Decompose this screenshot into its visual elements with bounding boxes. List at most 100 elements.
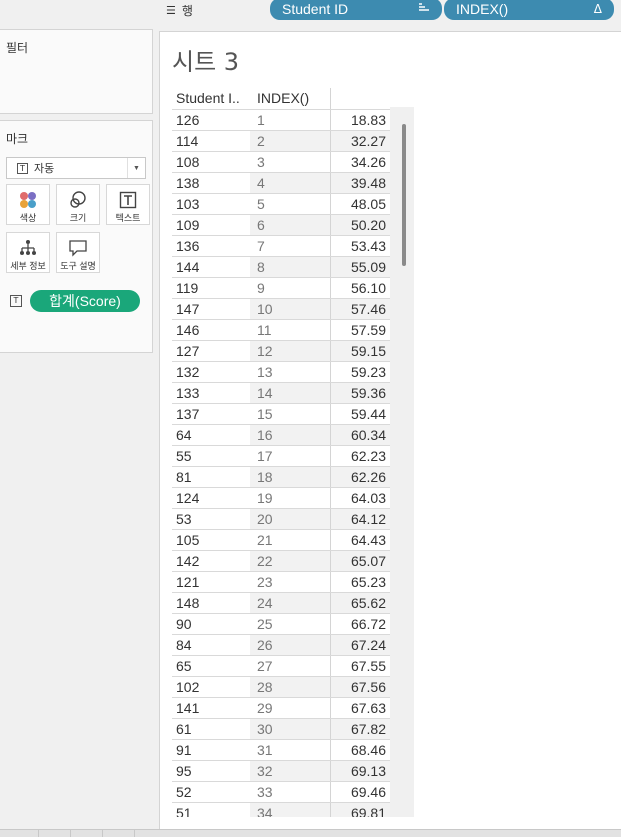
cell-index[interactable]: 32: [250, 761, 330, 781]
table-row[interactable]: 95 32 69.13: [172, 760, 390, 781]
cell-index[interactable]: 34: [250, 803, 330, 817]
table-row[interactable]: 132 13 59.23: [172, 361, 390, 382]
table-row[interactable]: 138 4 39.48: [172, 172, 390, 193]
cell-score[interactable]: 69.46: [330, 782, 390, 802]
cell-student-id[interactable]: 61: [172, 719, 250, 739]
cell-student-id[interactable]: 144: [172, 257, 250, 277]
cell-student-id[interactable]: 142: [172, 551, 250, 571]
cell-student-id[interactable]: 108: [172, 152, 250, 172]
table-row[interactable]: 136 7 53.43: [172, 235, 390, 256]
cell-score[interactable]: 59.15: [330, 341, 390, 361]
table-row[interactable]: 147 10 57.46: [172, 298, 390, 319]
cell-index[interactable]: 13: [250, 362, 330, 382]
table-row[interactable]: 105 21 64.43: [172, 529, 390, 550]
cell-score[interactable]: 18.83: [330, 110, 390, 130]
size-button[interactable]: 크기: [56, 184, 100, 225]
table-row[interactable]: 81 18 62.26: [172, 466, 390, 487]
cell-score[interactable]: 67.55: [330, 656, 390, 676]
cell-student-id[interactable]: 121: [172, 572, 250, 592]
cell-index[interactable]: 8: [250, 257, 330, 277]
header-student-id[interactable]: Student I..: [176, 90, 240, 106]
student-id-pill[interactable]: Student ID: [270, 0, 442, 20]
cell-index[interactable]: 29: [250, 698, 330, 718]
cell-score[interactable]: 69.13: [330, 761, 390, 781]
cell-index[interactable]: 5: [250, 194, 330, 214]
cell-score[interactable]: 60.34: [330, 425, 390, 445]
cell-student-id[interactable]: 109: [172, 215, 250, 235]
table-row[interactable]: 84 26 67.24: [172, 634, 390, 655]
cell-index[interactable]: 30: [250, 719, 330, 739]
cell-score[interactable]: 66.72: [330, 614, 390, 634]
table-row[interactable]: 52 33 69.46: [172, 781, 390, 802]
cell-student-id[interactable]: 114: [172, 131, 250, 151]
table-row[interactable]: 144 8 55.09: [172, 256, 390, 277]
cell-score[interactable]: 59.23: [330, 362, 390, 382]
cell-index[interactable]: 23: [250, 572, 330, 592]
cell-index[interactable]: 14: [250, 383, 330, 403]
cell-index[interactable]: 9: [250, 278, 330, 298]
table-row[interactable]: 142 22 65.07: [172, 550, 390, 571]
cell-score[interactable]: 53.43: [330, 236, 390, 256]
table-row[interactable]: 146 11 57.59: [172, 319, 390, 340]
cell-score[interactable]: 62.23: [330, 446, 390, 466]
cell-index[interactable]: 11: [250, 320, 330, 340]
cell-score[interactable]: 56.10: [330, 278, 390, 298]
scrollbar-thumb[interactable]: [402, 124, 406, 266]
table-row[interactable]: 65 27 67.55: [172, 655, 390, 676]
cell-index[interactable]: 21: [250, 530, 330, 550]
table-row[interactable]: 102 28 67.56: [172, 676, 390, 697]
cell-index[interactable]: 26: [250, 635, 330, 655]
cell-index[interactable]: 19: [250, 488, 330, 508]
cell-index[interactable]: 17: [250, 446, 330, 466]
cell-student-id[interactable]: 102: [172, 677, 250, 697]
cell-index[interactable]: 2: [250, 131, 330, 151]
cell-index[interactable]: 15: [250, 404, 330, 424]
cell-student-id[interactable]: 55: [172, 446, 250, 466]
table-row[interactable]: 141 29 67.63: [172, 697, 390, 718]
cell-index[interactable]: 22: [250, 551, 330, 571]
cell-student-id[interactable]: 51: [172, 803, 250, 817]
table-row[interactable]: 90 25 66.72: [172, 613, 390, 634]
table-row[interactable]: 119 9 56.10: [172, 277, 390, 298]
cell-student-id[interactable]: 141: [172, 698, 250, 718]
table-row[interactable]: 108 3 34.26: [172, 151, 390, 172]
cell-score[interactable]: 55.09: [330, 257, 390, 277]
cell-score[interactable]: 57.46: [330, 299, 390, 319]
cell-student-id[interactable]: 126: [172, 110, 250, 130]
cell-index[interactable]: 28: [250, 677, 330, 697]
cell-student-id[interactable]: 136: [172, 236, 250, 256]
table-row[interactable]: 51 34 69.81: [172, 802, 390, 817]
chevron-down-icon[interactable]: ▼: [127, 158, 145, 178]
cell-score[interactable]: 32.27: [330, 131, 390, 151]
table-row[interactable]: 124 19 64.03: [172, 487, 390, 508]
cell-index[interactable]: 3: [250, 152, 330, 172]
cell-student-id[interactable]: 90: [172, 614, 250, 634]
cell-student-id[interactable]: 119: [172, 278, 250, 298]
table-row[interactable]: 148 24 65.62: [172, 592, 390, 613]
cell-student-id[interactable]: 105: [172, 530, 250, 550]
cell-student-id[interactable]: 137: [172, 404, 250, 424]
cell-score[interactable]: 67.24: [330, 635, 390, 655]
cell-student-id[interactable]: 147: [172, 299, 250, 319]
table-row[interactable]: 127 12 59.15: [172, 340, 390, 361]
cell-student-id[interactable]: 91: [172, 740, 250, 760]
cell-index[interactable]: 24: [250, 593, 330, 613]
cell-score[interactable]: 68.46: [330, 740, 390, 760]
table-row[interactable]: 61 30 67.82: [172, 718, 390, 739]
filters-card[interactable]: 필터: [0, 29, 153, 114]
cell-score[interactable]: 67.56: [330, 677, 390, 697]
cell-score[interactable]: 48.05: [330, 194, 390, 214]
table-row[interactable]: 109 6 50.20: [172, 214, 390, 235]
cell-score[interactable]: 64.03: [330, 488, 390, 508]
cell-score[interactable]: 50.20: [330, 215, 390, 235]
cell-student-id[interactable]: 146: [172, 320, 250, 340]
cell-student-id[interactable]: 127: [172, 341, 250, 361]
cell-student-id[interactable]: 132: [172, 362, 250, 382]
cell-score[interactable]: 64.12: [330, 509, 390, 529]
table-row[interactable]: 53 20 64.12: [172, 508, 390, 529]
table-row[interactable]: 64 16 60.34: [172, 424, 390, 445]
cell-index[interactable]: 10: [250, 299, 330, 319]
cell-student-id[interactable]: 84: [172, 635, 250, 655]
cell-index[interactable]: 12: [250, 341, 330, 361]
cell-index[interactable]: 4: [250, 173, 330, 193]
